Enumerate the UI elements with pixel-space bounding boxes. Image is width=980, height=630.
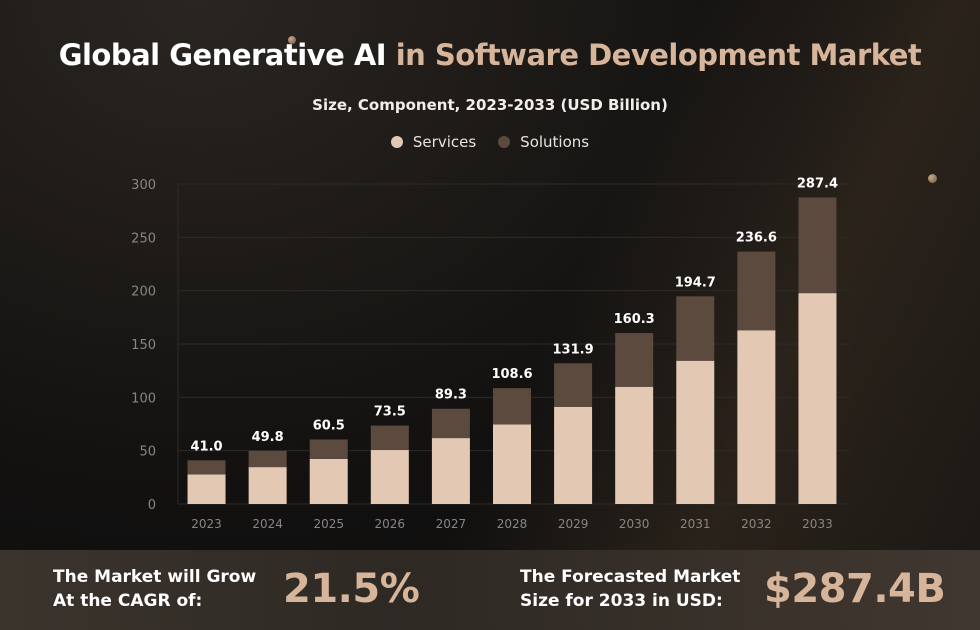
bar-solutions <box>798 197 837 294</box>
bar-solutions <box>431 408 470 439</box>
x-tick-label: 2028 <box>497 517 528 531</box>
bar-total-label: 194.7 <box>675 275 716 290</box>
cagr-value: 21.5% <box>283 566 420 612</box>
bar-services <box>187 474 226 504</box>
x-tick-label: 2029 <box>558 517 589 531</box>
stacked-bar-chart: 0 50 100 150 200 250 300 41.0 2023 49.8 2024 60.5 20… <box>131 176 850 531</box>
y-tick-label: 0 <box>148 498 156 513</box>
bar-solutions <box>187 460 226 475</box>
bar-services <box>554 406 593 504</box>
y-tick-label: 300 <box>131 178 156 193</box>
bar-total-label: 160.3 <box>614 312 655 327</box>
bar-solutions <box>248 450 287 468</box>
bar-total-label: 41.0 <box>191 439 223 454</box>
y-tick-label: 150 <box>131 338 156 353</box>
bar-solutions <box>493 388 531 425</box>
bar-services <box>431 438 470 504</box>
cagr-label: The Market will Grow At the CAGR of: <box>53 565 256 613</box>
bar-services <box>676 360 715 504</box>
bar-services <box>248 467 287 504</box>
stats-banner: The Market will Grow At the CAGR of: 21.… <box>0 550 980 630</box>
x-tick-label: 2023 <box>191 517 222 531</box>
bar-solutions <box>615 333 654 387</box>
bar-total-label: 60.5 <box>313 418 345 433</box>
forecast-label: The Forecasted Market Size for 2033 in U… <box>520 565 740 613</box>
bar-services <box>493 424 531 504</box>
y-tick-label: 200 <box>131 285 156 300</box>
bar-solutions <box>370 425 409 451</box>
bar-services <box>370 450 409 504</box>
y-tick-label: 50 <box>139 445 156 460</box>
bar-solutions <box>309 439 348 459</box>
bar-total-label: 49.8 <box>252 430 284 445</box>
y-tick-label: 100 <box>131 391 156 406</box>
bar-total-label: 73.5 <box>374 405 406 420</box>
bar-solutions <box>554 363 593 407</box>
cagr-label-line-2: At the CAGR of: <box>53 591 203 611</box>
x-tick-label: 2027 <box>436 517 467 531</box>
bar-total-label: 236.6 <box>736 231 777 246</box>
x-tick-label: 2032 <box>741 517 772 531</box>
bar-total-label: 108.6 <box>491 367 532 382</box>
x-tick-label: 2024 <box>252 517 283 531</box>
x-tick-label: 2030 <box>619 517 650 531</box>
bar-services <box>309 458 348 504</box>
bar-total-label: 89.3 <box>435 388 467 403</box>
forecast-label-line-2: Size for 2033 in USD: <box>520 591 723 611</box>
x-tick-label: 2025 <box>313 517 344 531</box>
bar-solutions <box>737 251 776 331</box>
x-tick-label: 2026 <box>375 517 406 531</box>
bar-services <box>615 386 654 504</box>
cagr-label-line-1: The Market will Grow <box>53 567 257 587</box>
forecast-label-line-1: The Forecasted Market <box>520 567 741 587</box>
x-tick-label: 2031 <box>680 517 711 531</box>
bar-total-label: 287.4 <box>797 176 838 191</box>
bar-solutions <box>676 296 715 361</box>
x-tick-label: 2033 <box>802 517 833 531</box>
bar-services <box>798 293 837 504</box>
forecast-value: $287.4B <box>764 566 946 612</box>
y-tick-label: 250 <box>131 231 156 246</box>
bar-total-label: 131.9 <box>553 342 594 357</box>
bar-services <box>737 330 776 504</box>
